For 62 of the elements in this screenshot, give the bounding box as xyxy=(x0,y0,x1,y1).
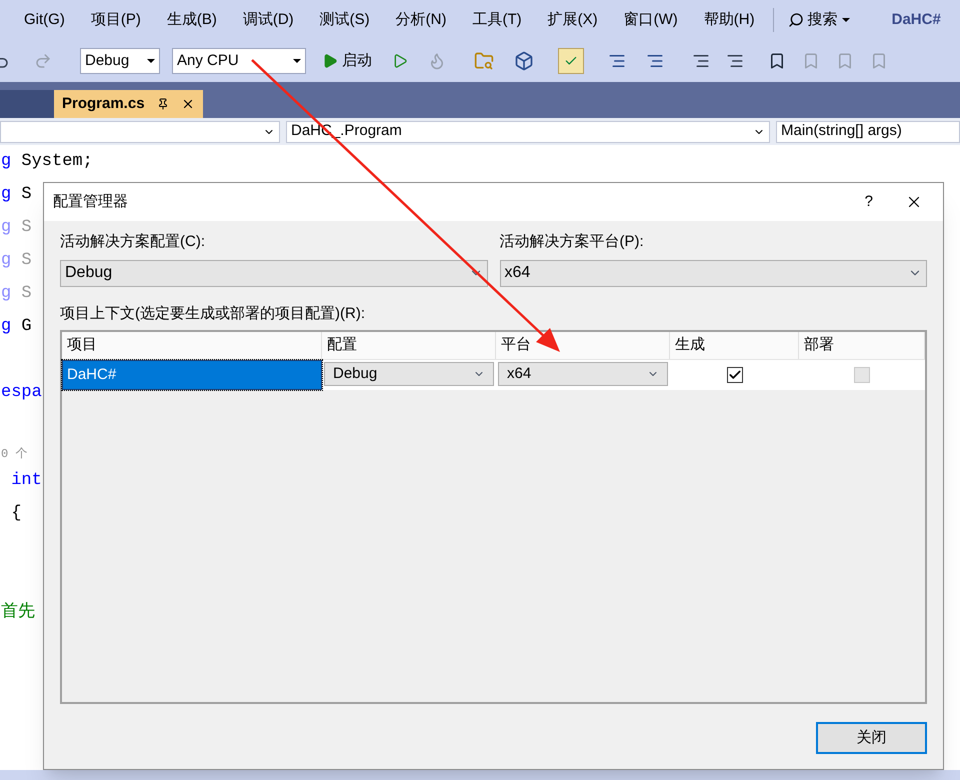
code-text: g xyxy=(1,216,12,239)
list-icon[interactable] xyxy=(726,52,744,70)
dropdown-caret-icon xyxy=(147,59,155,63)
play-icon xyxy=(322,53,338,69)
code-text: S xyxy=(20,216,32,239)
menu-item[interactable]: 工具(T) xyxy=(472,8,522,32)
pin-icon[interactable] xyxy=(156,98,169,110)
menu-item[interactable]: 帮助(H) xyxy=(704,8,755,32)
dialog-title: 配置管理器 xyxy=(53,192,129,212)
align-icon[interactable] xyxy=(608,52,626,70)
solution-name: DaHC# xyxy=(892,10,941,30)
close-button[interactable]: 关闭 xyxy=(816,722,927,754)
play-outline-icon[interactable] xyxy=(392,53,408,69)
platform-dropdown[interactable]: Any CPU xyxy=(172,48,306,74)
configuration-dropdown[interactable]: Debug xyxy=(80,48,160,74)
code-text: espa xyxy=(1,382,42,404)
solution-platform-dropdown[interactable]: x64 xyxy=(500,260,927,286)
dropdown-caret-icon xyxy=(842,18,850,22)
menu-item[interactable]: 扩展(X) xyxy=(548,8,598,32)
grid-label: 项目上下文(选定要生成或部署的项目配置)(R): xyxy=(59,304,366,324)
help-button[interactable]: ? xyxy=(856,190,881,214)
code-text: g xyxy=(1,282,12,305)
code-text: { xyxy=(10,502,22,525)
editor-tab[interactable]: Program.cs xyxy=(54,90,203,118)
platform-dropdown[interactable]: x64 xyxy=(498,362,668,386)
reference-count: 0 个 xyxy=(1,446,28,463)
code-text: g xyxy=(1,250,12,272)
menu-item[interactable]: 测试(S) xyxy=(320,8,370,32)
menu-item[interactable]: 调试(D) xyxy=(242,8,294,32)
bookmark-icon[interactable] xyxy=(768,52,786,70)
column-header: 部署 xyxy=(799,332,925,359)
menu-item[interactable]: 项目(P) xyxy=(90,8,141,32)
indent-icon[interactable] xyxy=(646,52,664,70)
code-text: g xyxy=(1,316,12,338)
checkbox[interactable] xyxy=(726,367,742,383)
configuration-dropdown[interactable]: Debug xyxy=(324,362,494,386)
list-icon[interactable] xyxy=(692,52,710,70)
menu-item[interactable]: 生成(B) xyxy=(166,8,217,32)
menu-item[interactable]: 分析(N) xyxy=(396,8,446,32)
column-header: 配置 xyxy=(322,332,496,359)
solution-config-dropdown[interactable]: Debug xyxy=(60,260,488,286)
field-label: 活动解决方案配置(C): xyxy=(60,232,206,252)
code-text: S xyxy=(20,250,32,272)
code-text: g xyxy=(1,184,12,206)
field-label: 活动解决方案平台(P): xyxy=(500,232,645,252)
search-icon xyxy=(788,12,804,28)
menu-item[interactable]: 窗口(W) xyxy=(624,8,678,32)
column-header: 生成 xyxy=(670,332,799,359)
project-cell[interactable]: DaHC# xyxy=(62,360,322,390)
menu-item[interactable]: Git(G) xyxy=(24,8,65,32)
search-button[interactable]: 搜索 xyxy=(788,8,850,32)
code-text: System; xyxy=(20,150,93,173)
member-dropdown[interactable]: Main(string[] args) xyxy=(776,120,960,142)
code-text: S xyxy=(20,282,32,305)
code-comment: 首先 xyxy=(1,601,35,624)
check-icon xyxy=(728,368,742,382)
code-text: g xyxy=(1,150,12,173)
start-button[interactable]: 启动 xyxy=(322,50,372,72)
dropdown-caret-icon xyxy=(293,59,301,63)
code-text: int xyxy=(10,470,42,492)
code-text: G xyxy=(20,316,32,338)
code-text: S xyxy=(20,184,32,206)
